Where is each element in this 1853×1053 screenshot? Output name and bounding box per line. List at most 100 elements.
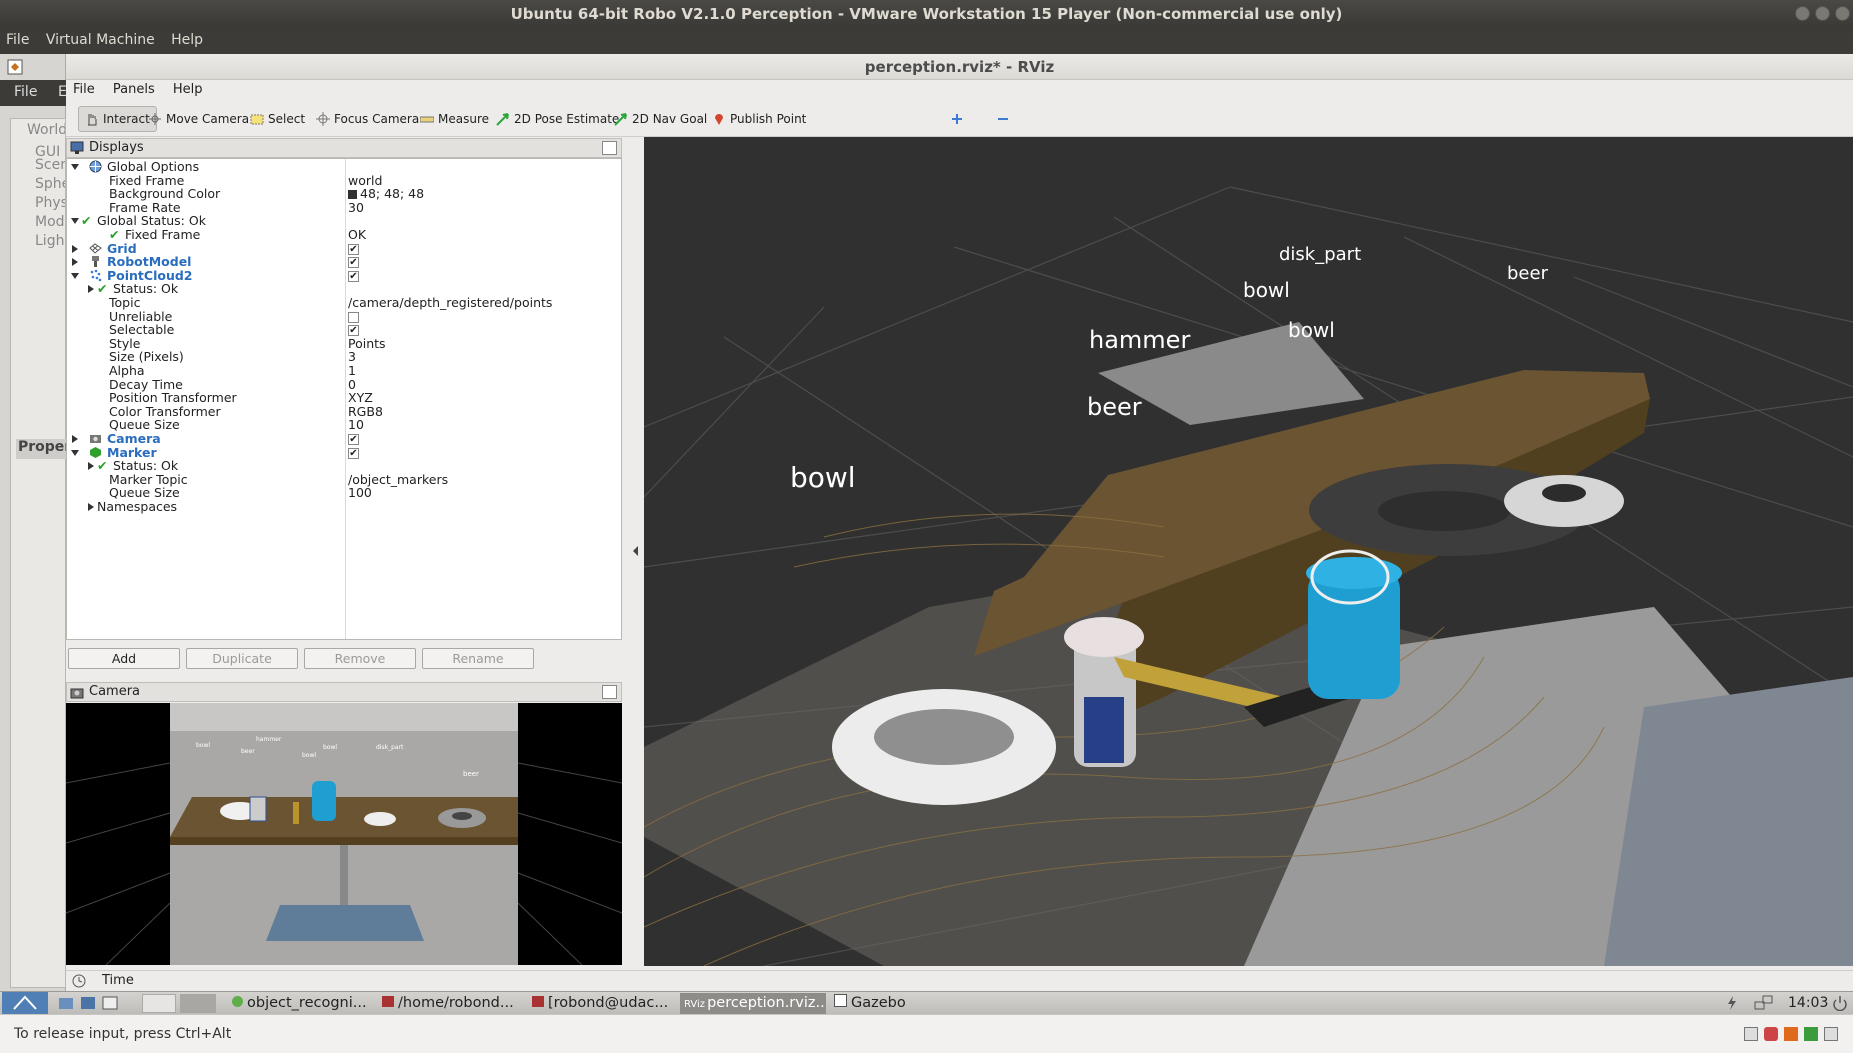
- network-icon[interactable]: [1754, 995, 1774, 1011]
- camera-icon: [89, 432, 102, 445]
- displays-title: Displays: [89, 140, 144, 155]
- start-menu-icon[interactable]: [2, 992, 48, 1014]
- tree-item[interactable]: Mod: [11, 214, 65, 233]
- collapse-arrow-icon[interactable]: [71, 449, 79, 456]
- maximize-icon[interactable]: [1815, 6, 1830, 21]
- gazebo-menu-file[interactable]: File: [14, 84, 37, 100]
- publish-point-tool-button[interactable]: Publish Point: [706, 106, 812, 132]
- gazebo-world-tab[interactable]: World: [11, 119, 65, 138]
- camera-object-label: bowl: [302, 752, 316, 759]
- tree-item[interactable]: Phys: [11, 195, 65, 214]
- power-plug-icon[interactable]: [1724, 995, 1740, 1011]
- taskbar-item-home-terminal[interactable]: /home/robond...: [378, 993, 522, 1014]
- taskbar-item-gazebo[interactable]: Gazebo: [830, 993, 920, 1014]
- measure-label: Measure: [438, 112, 489, 126]
- enable-checkbox[interactable]: ✔: [348, 243, 359, 255]
- rviz-app-icon: RViz: [684, 999, 706, 1010]
- focus-camera-tool-button[interactable]: Focus Camera: [310, 106, 425, 132]
- close-icon[interactable]: [1835, 6, 1850, 21]
- undock-button[interactable]: [602, 141, 617, 155]
- select-tool-button[interactable]: Select: [244, 106, 311, 132]
- camera-object-label: disk_part: [376, 744, 404, 751]
- usb-device-icon[interactable]: [1784, 1027, 1798, 1041]
- camera-image-view[interactable]: bowl hammer beer bowl bowl disk_part beer: [66, 703, 622, 965]
- vmware-menubar: File Virtual Machine Help: [0, 28, 1853, 54]
- grid-icon: [89, 242, 102, 255]
- enable-checkbox[interactable]: ✔: [348, 447, 359, 459]
- collapse-arrow-icon[interactable]: [71, 272, 79, 279]
- workspace-1[interactable]: [142, 994, 176, 1013]
- shutdown-icon[interactable]: [1832, 995, 1848, 1011]
- hard-disk-icon[interactable]: [1744, 1027, 1758, 1041]
- vm-menu-virtual-machine[interactable]: Virtual Machine: [40, 28, 161, 48]
- gazebo-menubar: File E: [0, 80, 67, 106]
- tree-item[interactable]: Scene: [11, 157, 65, 176]
- rviz-toolbar: Interact Move Camera Select Focus Camera…: [66, 101, 1853, 137]
- expand-arrow-icon[interactable]: [72, 258, 78, 267]
- measure-tool-button[interactable]: Measure: [414, 106, 495, 132]
- minimize-icon[interactable]: [1795, 6, 1810, 21]
- collapse-arrow-icon[interactable]: [71, 164, 79, 170]
- enable-checkbox[interactable]: ✔: [348, 270, 359, 282]
- sound-card-icon[interactable]: [1824, 1027, 1838, 1041]
- image-viewer-icon[interactable]: [80, 995, 96, 1011]
- enable-checkbox[interactable]: ✔: [348, 434, 359, 445]
- enable-checkbox[interactable]: [348, 311, 359, 323]
- terminal-icon: [532, 996, 544, 1007]
- move-camera-tool-button[interactable]: Move Camera: [142, 106, 255, 132]
- rviz-menu-file[interactable]: File: [66, 80, 102, 99]
- taskbar-item-object-recognition[interactable]: object_recogni...: [228, 993, 368, 1014]
- vm-menu-file[interactable]: File: [0, 28, 35, 48]
- taskbar-item-robond-terminal[interactable]: [robond@udac...: [528, 993, 674, 1014]
- property-name: Namespaces: [97, 499, 178, 514]
- green-arrow-icon: [614, 113, 627, 126]
- remove-display-button[interactable]: Remove: [304, 648, 416, 669]
- expand-arrow-icon[interactable]: [72, 435, 78, 443]
- display-tree-row[interactable]: Namespaces: [67, 499, 621, 515]
- tree-item[interactable]: Sphe: [11, 176, 65, 195]
- rename-display-button[interactable]: Rename: [422, 648, 534, 669]
- collapse-arrow-icon[interactable]: [71, 218, 79, 225]
- 3d-viewport[interactable]: disk_part beer bowl bowl hammer beer bowl: [644, 137, 1853, 966]
- vm-menu-help[interactable]: Help: [165, 28, 209, 48]
- camera-object-label: bowl: [323, 744, 337, 751]
- panel-splitter[interactable]: [628, 138, 644, 966]
- object-label: disk_part: [1279, 244, 1361, 265]
- terminal-icon[interactable]: [102, 995, 118, 1011]
- ruler-icon: [420, 116, 434, 123]
- monitor-icon: [70, 141, 84, 154]
- expand-arrow-icon[interactable]: [88, 503, 94, 511]
- collapse-left-icon[interactable]: [633, 546, 638, 556]
- enable-checkbox[interactable]: ✔: [348, 325, 359, 337]
- clock[interactable]: 14:03: [1788, 993, 1828, 1014]
- cd-drive-icon[interactable]: [1764, 1027, 1778, 1041]
- displays-panel-header: Displays: [66, 138, 622, 158]
- expand-arrow-icon[interactable]: [88, 285, 94, 294]
- taskbar-item-rviz[interactable]: RViz perception.rviz...: [680, 993, 826, 1014]
- release-input-hint: To release input, press Ctrl+Alt: [14, 1026, 232, 1042]
- object-label: bowl: [1288, 318, 1335, 342]
- nav-goal-tool-button[interactable]: 2D Nav Goal: [608, 106, 713, 132]
- undock-button[interactable]: [602, 685, 617, 699]
- rviz-menu-help[interactable]: Help: [166, 80, 210, 99]
- add-display-button[interactable]: Add: [68, 648, 180, 669]
- duplicate-display-button[interactable]: Duplicate: [186, 648, 298, 669]
- pose-estimate-tool-button[interactable]: 2D Pose Estimate: [490, 106, 625, 132]
- gazebo-properties-label: Proper: [16, 439, 71, 459]
- rviz-scene: disk_partbeer bowl bowl hammer beer bowl: [644, 186, 1853, 966]
- expand-arrow-icon[interactable]: [72, 244, 78, 253]
- workspace-2[interactable]: [180, 994, 216, 1013]
- select-label: Select: [268, 112, 306, 126]
- network-adapter-icon[interactable]: [1804, 1027, 1818, 1041]
- tree-item[interactable]: Ligh: [11, 233, 65, 252]
- add-tool-button[interactable]: [944, 106, 970, 132]
- file-manager-icon[interactable]: [58, 995, 74, 1011]
- expand-arrow-icon[interactable]: [88, 462, 94, 471]
- remove-tool-button[interactable]: [990, 106, 1016, 132]
- rviz-menu-panels[interactable]: Panels: [106, 80, 162, 99]
- color-swatch[interactable]: [348, 190, 357, 200]
- gazebo-icon: [834, 994, 847, 1007]
- publish-point-label: Publish Point: [730, 112, 807, 126]
- tree-item[interactable]: GUI: [11, 138, 65, 160]
- enable-checkbox[interactable]: ✔: [348, 257, 359, 269]
